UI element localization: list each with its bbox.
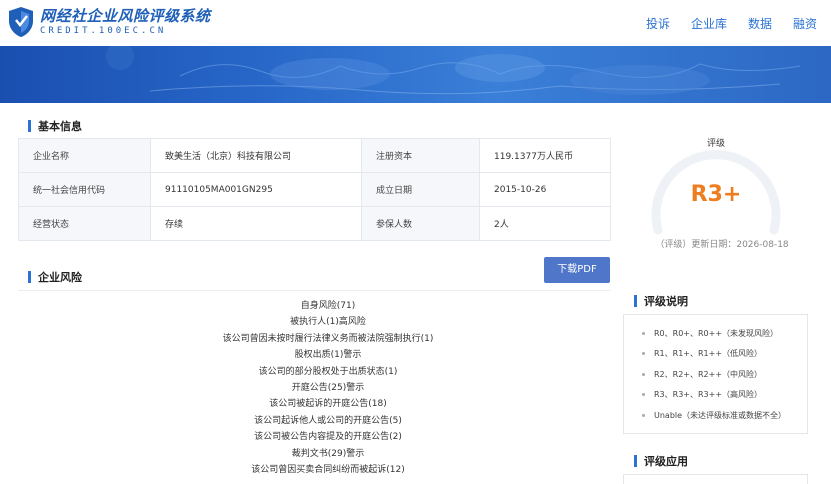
legend-item-label: Unable（未达评级标准或数据不全） — [654, 410, 787, 420]
rating-update-date: （评级）更新日期：2026-08-18 — [655, 240, 789, 250]
credit-code-value: 91110105MA001GN295 — [150, 172, 362, 207]
world-map-decoration — [106, 46, 801, 95]
table-row: 企业名称 致美生活（北京）科技有限公司 注册资本 119.1377万人民币 — [18, 138, 611, 173]
rating-apply-box — [623, 474, 808, 484]
list-item: 裁判文书(29)警示 — [291, 448, 365, 459]
download-pdf-button[interactable]: 下载PDF — [544, 257, 610, 283]
shield-logo-icon — [9, 7, 33, 37]
risk-title: 企业风险 — [28, 269, 82, 285]
risk-title-text: 企业风险 — [38, 271, 82, 284]
title-accent-bar — [634, 455, 637, 467]
table-row: 经营状态 存续 参保人数 2人 — [18, 206, 611, 241]
basic-info-title: 基本信息 — [28, 118, 82, 134]
basic-info-table: 企业名称 致美生活（北京）科技有限公司 注册资本 119.1377万人民币 统一… — [18, 138, 611, 241]
legend-item: Unable（未达评级标准或数据不全） — [624, 405, 807, 426]
legend-item-label: R1、R1+、R1++（低风险） — [654, 349, 763, 359]
nav-financing[interactable]: 融资 — [793, 15, 817, 32]
top-header: 网经社企业风险评级系统 CREDIT.100EC.CN 投诉 企业库 数据 融资 — [0, 0, 831, 46]
list-item: 该公司的部分股权处于出质状态(1) — [258, 366, 398, 377]
business-status-label: 经营状态 — [18, 206, 151, 241]
founded-date-value: 2015-10-26 — [479, 172, 611, 207]
bullet-dot-icon — [642, 393, 645, 397]
legend-item-label: R2、R2+、R2++（中风险） — [654, 369, 763, 379]
site-logo[interactable]: 网经社企业风险评级系统 CREDIT.100EC.CN — [8, 6, 211, 38]
rating-label: 评级 — [706, 139, 725, 149]
title-accent-bar — [28, 271, 31, 283]
registered-capital-label: 注册资本 — [361, 138, 480, 173]
bullet-dot-icon — [642, 352, 645, 356]
nav-complaint[interactable]: 投诉 — [646, 15, 670, 32]
rating-legend-title: 评级说明 — [634, 293, 688, 309]
legend-item-label: R0、R0+、R0++（未发现风险） — [654, 328, 779, 338]
hero-banner — [0, 46, 831, 103]
nav-company-library[interactable]: 企业库 — [691, 15, 727, 32]
list-item: 该公司被公告内容提及的开庭公告(2) — [254, 432, 402, 443]
legend-item: R0、R0+、R0++（未发现风险） — [624, 323, 807, 344]
list-item: 该公司起诉他人或公司的开庭公告(5) — [254, 415, 402, 426]
insured-count-label: 参保人数 — [361, 206, 480, 241]
bullet-dot-icon — [642, 331, 645, 335]
logo-domain: CREDIT.100EC.CN — [40, 25, 167, 36]
rating-apply-title: 评级应用 — [634, 453, 688, 469]
legend-item: R1、R1+、R1++（低风险） — [624, 344, 807, 365]
business-status-value: 存续 — [150, 206, 362, 241]
registered-capital-value: 119.1377万人民币 — [479, 138, 611, 173]
list-item: 自身风险(71) — [300, 301, 356, 311]
list-item: 被执行人(1)高风险 — [290, 317, 366, 328]
title-accent-bar — [28, 120, 31, 132]
credit-code-label: 统一社会信用代码 — [18, 172, 151, 207]
list-item: 股权出质(1)警示 — [294, 350, 362, 361]
rating-legend-title-text: 评级说明 — [644, 295, 688, 308]
legend-item: R2、R2+、R2++（中风险） — [624, 364, 807, 385]
company-name-label: 企业名称 — [18, 138, 151, 173]
top-nav: 投诉 企业库 数据 融资 — [625, 15, 817, 32]
table-row: 统一社会信用代码 91110105MA001GN295 成立日期 2015-10… — [18, 172, 611, 207]
rating-legend-box: R0、R0+、R0++（未发现风险） R1、R1+、R1++（低风险） R2、R… — [623, 314, 808, 434]
company-name-value: 致美生活（北京）科技有限公司 — [150, 138, 362, 173]
rating-gauge: 评级 R3+ — [640, 130, 792, 250]
risk-list: 自身风险(71) 被执行人(1)高风险 该公司曾因未按时履行法律义务而被法院强制… — [18, 298, 638, 478]
list-item: 该公司曾因买卖合同纠纷而被起诉(12) — [251, 464, 405, 475]
legend-item: R3、R3+、R3++（高风险） — [624, 385, 807, 406]
section-divider — [18, 290, 611, 291]
list-item: 该公司被起诉的开庭公告(18) — [269, 399, 387, 410]
list-item: 开庭公告(25)警示 — [291, 382, 365, 393]
basic-info-title-text: 基本信息 — [38, 120, 82, 133]
legend-item-label: R3、R3+、R3++（高风险） — [654, 390, 763, 400]
rating-apply-title-text: 评级应用 — [644, 455, 688, 468]
title-accent-bar — [634, 295, 637, 307]
bullet-dot-icon — [642, 413, 645, 417]
logo-title: 网经社企业风险评级系统 — [40, 6, 211, 25]
nav-data[interactable]: 数据 — [748, 15, 772, 32]
bullet-dot-icon — [642, 372, 645, 376]
rating-value: R3+ — [690, 182, 742, 207]
founded-date-label: 成立日期 — [361, 172, 480, 207]
list-item: 该公司曾因未按时履行法律义务而被法院强制执行(1) — [222, 333, 434, 344]
insured-count-value: 2人 — [479, 206, 611, 241]
